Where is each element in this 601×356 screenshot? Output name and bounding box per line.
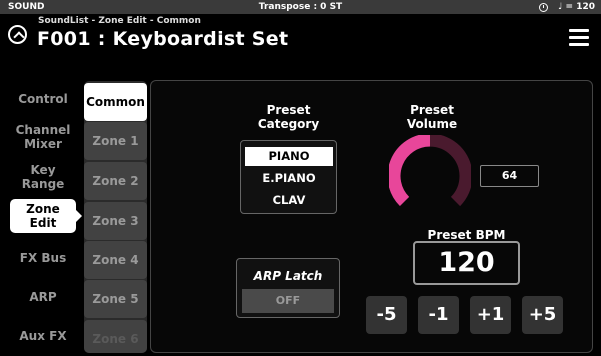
zone-tab-common[interactable]: Common [84, 83, 147, 121]
preset-category-list[interactable]: PIANO E.PIANO CLAV [240, 140, 337, 214]
bpm-plus-5-button[interactable]: +5 [522, 296, 563, 334]
status-bar: SOUND Transpose : 0 ST ♩ = 120 [0, 0, 601, 14]
category-option-epiano[interactable]: E.PIANO [245, 169, 333, 188]
volume-value[interactable]: 64 [480, 165, 539, 187]
zone-tab-3[interactable]: Zone 3 [84, 202, 147, 240]
arp-latch-toggle[interactable]: OFF [242, 289, 334, 313]
page-title: F001 : Keyboardist Set [37, 28, 289, 50]
nav-item-key-range[interactable]: Key Range [10, 163, 76, 191]
nav-item-control[interactable]: Control [10, 92, 76, 106]
preset-category-label: Preset Category [257, 103, 320, 131]
nav-item-aux-fx[interactable]: Aux FX [10, 329, 76, 343]
bpm-minus-5-button[interactable]: -5 [366, 296, 407, 334]
zone-tab-5[interactable]: Zone 5 [84, 280, 147, 318]
zone-tab-2[interactable]: Zone 2 [84, 162, 147, 200]
zone-list: Common Zone 1 Zone 2 Zone 3 Zone 4 Zone … [84, 81, 147, 353]
category-option-clav[interactable]: CLAV [245, 191, 333, 210]
nav-item-zone-edit[interactable]: Zone Edit [10, 199, 82, 233]
nav-item-channel-mixer[interactable]: Channel Mixer [10, 123, 76, 151]
bpm-value[interactable]: 120 [413, 241, 520, 285]
zone-tab-4[interactable]: Zone 4 [84, 241, 147, 279]
volume-knob-fill [387, 133, 431, 207]
category-option-piano[interactable]: PIANO [245, 147, 333, 166]
bpm-minus-1-button[interactable]: -1 [418, 296, 459, 334]
nav-item-arp[interactable]: ARP [10, 290, 76, 304]
preset-volume-label: Preset Volume [406, 103, 458, 131]
arp-latch-box: ARP Latch OFF [236, 258, 340, 318]
menu-icon[interactable] [569, 29, 589, 46]
preset-bpm-label: Preset BPM [427, 228, 506, 242]
back-icon[interactable] [8, 25, 27, 44]
volume-knob[interactable] [387, 133, 473, 217]
timer-icon [539, 2, 549, 12]
nav-item-fx-bus[interactable]: FX Bus [10, 251, 76, 265]
transpose-label: Transpose : 0 ST [258, 2, 343, 12]
zone-tab-6[interactable]: Zone 6 [84, 320, 147, 353]
breadcrumb: SoundList - Zone Edit - Common [38, 16, 201, 26]
arp-latch-label: ARP Latch [253, 269, 323, 283]
bpm-plus-1-button[interactable]: +1 [470, 296, 511, 334]
tempo-label: ♩ = 120 [558, 2, 595, 12]
zone-tab-1[interactable]: Zone 1 [84, 122, 147, 160]
